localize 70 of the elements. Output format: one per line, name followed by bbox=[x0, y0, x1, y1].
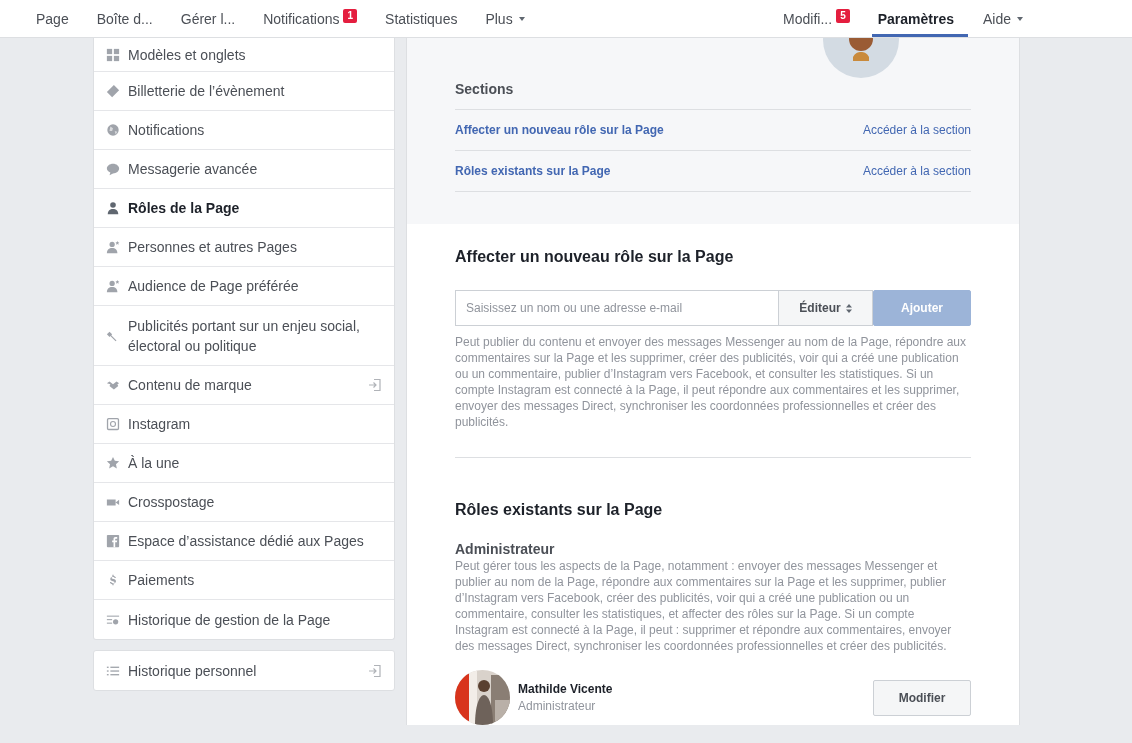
tag-icon bbox=[106, 84, 120, 98]
sidebar-item[interactable]: Publicités portant sur un enjeu social, électoral ou politique bbox=[94, 306, 394, 366]
sidebar-item[interactable]: Messagerie avancée bbox=[94, 150, 394, 189]
sidebar-item-label: À la une bbox=[128, 454, 181, 473]
person-icon bbox=[106, 201, 120, 215]
sort-caret-icon bbox=[845, 303, 852, 313]
section-title: Rôles existants sur la Page bbox=[455, 501, 664, 519]
camera-icon bbox=[106, 417, 120, 431]
sidebar-item[interactable]: Rôles de la Page bbox=[94, 189, 394, 228]
section-title: Affecter un nouveau rôle sur la Page bbox=[455, 248, 735, 266]
sidebar-item-label: Espace d’assistance dédié aux Pages bbox=[128, 532, 365, 551]
sidebar-item[interactable]: Paiements bbox=[94, 561, 394, 600]
person-role: Administrateur bbox=[518, 699, 597, 713]
sidebar-item[interactable]: Audience de Page préférée bbox=[94, 267, 394, 306]
log-in-icon[interactable] bbox=[368, 378, 382, 392]
star-icon bbox=[106, 456, 120, 470]
sidebar-item[interactable]: Modèles et onglets bbox=[94, 38, 394, 72]
sidebar-item-label: Messagerie avancée bbox=[128, 160, 259, 179]
sidebar-item[interactable]: Espace d’assistance dédié aux Pages bbox=[94, 522, 394, 561]
sidebar-item[interactable]: Contenu de marque bbox=[94, 366, 394, 405]
sidebar-item-label: Historique personnel bbox=[128, 661, 258, 681]
sidebar-item[interactable]: Historique de gestion de la Page bbox=[94, 600, 394, 639]
sidebar-item-label: Personnes et autres Pages bbox=[128, 238, 298, 257]
person-name[interactable]: Mathilde Vicente bbox=[518, 682, 865, 696]
role-description: Peut gérer tous les aspects de la Page, notamment : envoyer des messages Messenger et publier au nom de la Page, répondre aux commentaires sur la Page et les supprimer, publier d’Instagram vers Facebook, créer des publicités, voir qui a créé une publication ou un commentaire, consulter les statistiques, et affecter des rôles sur la Page. Si un compte Instagram est connecté à la Page, il peut : supprimer et répondre aux commentaires, envoyer des messages Direct, synchroniser les coordonnées professionnelles et créer des publicités. bbox=[455, 558, 953, 654]
name-or-email-field[interactable]: Saisissez un nom ou une adresse e-mail bbox=[455, 290, 778, 326]
sidebar-item[interactable]: Historique personnel bbox=[94, 651, 394, 690]
count-badge: 5 bbox=[836, 8, 850, 23]
sidebar-item-label: Rôles de la Page bbox=[128, 199, 241, 218]
sidebar-item[interactable]: Notifications bbox=[94, 111, 394, 150]
sidebar-item[interactable]: Billetterie de l’évènement bbox=[94, 72, 394, 111]
sidebar-item-label: Audience de Page préférée bbox=[128, 277, 300, 296]
sidebar-item[interactable]: Personnes et autres Pages bbox=[94, 228, 394, 267]
chat-icon bbox=[106, 162, 120, 176]
sidebar-item-label: Publicités portant sur un enjeu social, électoral ou politique bbox=[128, 316, 361, 356]
sidebar-item-label: Crosspostage bbox=[128, 493, 216, 512]
sidebar-item[interactable]: Crosspostage bbox=[94, 483, 394, 522]
go-to-section-link[interactable]: Accéder à la section bbox=[862, 123, 971, 137]
sidebar-item[interactable]: Instagram bbox=[94, 405, 394, 444]
nav-tab[interactable]: Notifications 1 bbox=[249, 0, 372, 37]
sidebar-item-label: Paiements bbox=[128, 571, 196, 590]
globe-icon bbox=[106, 123, 120, 137]
nav-tab[interactable]: Boîte d... bbox=[82, 0, 167, 37]
person-star-icon bbox=[106, 279, 120, 293]
nav-tab[interactable]: Statistiques bbox=[371, 0, 472, 37]
section-link[interactable]: Affecter un nouveau rôle sur la Page bbox=[455, 123, 664, 137]
nav-tab[interactable]: Page bbox=[22, 0, 83, 37]
section-heading: Sections bbox=[455, 78, 971, 110]
grid-icon bbox=[106, 47, 120, 62]
sidebar-item-label: Billetterie de l’évènement bbox=[128, 82, 286, 101]
sidebar-item[interactable]: À la une bbox=[94, 444, 394, 483]
nav-tab[interactable]: Modifi... 5 bbox=[769, 0, 872, 37]
nav-tab[interactable]: Plus bbox=[471, 0, 539, 37]
role-heading: Administrateur bbox=[455, 541, 556, 557]
role-dropdown[interactable]: Éditeur bbox=[778, 290, 873, 326]
go-to-section-link[interactable]: Accéder à la section bbox=[862, 164, 971, 178]
nav-tab[interactable]: Gérer l... bbox=[166, 0, 250, 37]
nav-tab[interactable]: Aide bbox=[967, 0, 1038, 37]
section-link[interactable]: Rôles existants sur la Page bbox=[455, 164, 611, 178]
count-badge: 1 bbox=[343, 8, 358, 23]
f-square-icon bbox=[106, 534, 120, 548]
sidebar-item-label: Contenu de marque bbox=[128, 376, 253, 395]
log-in-icon[interactable] bbox=[368, 663, 382, 678]
sidebar-item-label: Historique de gestion de la Page bbox=[128, 610, 332, 630]
sidebar-item-label: Instagram bbox=[128, 415, 192, 434]
sidebar-item-label: Modèles et onglets bbox=[128, 45, 247, 65]
edit-button[interactable]: Modifier bbox=[873, 679, 971, 716]
role-description: Peut publier du contenu et envoyer des messages Messenger au nom de la Page, répondre aux commentaires sur la Page et les supprimer, créer des publicités, voir qui a créé une publication ou un commentaire, publier d’Instagram vers Facebook, et consulter les statistiques. Si un compte Instagram est connecté à la Page, il peut répondre aux commentaires et les supprimer, envoyer des messages Direct, synchroniser les coordonnées professionnelles et créer des publicités. bbox=[455, 334, 967, 430]
person-star-icon bbox=[106, 240, 120, 254]
sidebar-item-label: Notifications bbox=[128, 121, 206, 140]
